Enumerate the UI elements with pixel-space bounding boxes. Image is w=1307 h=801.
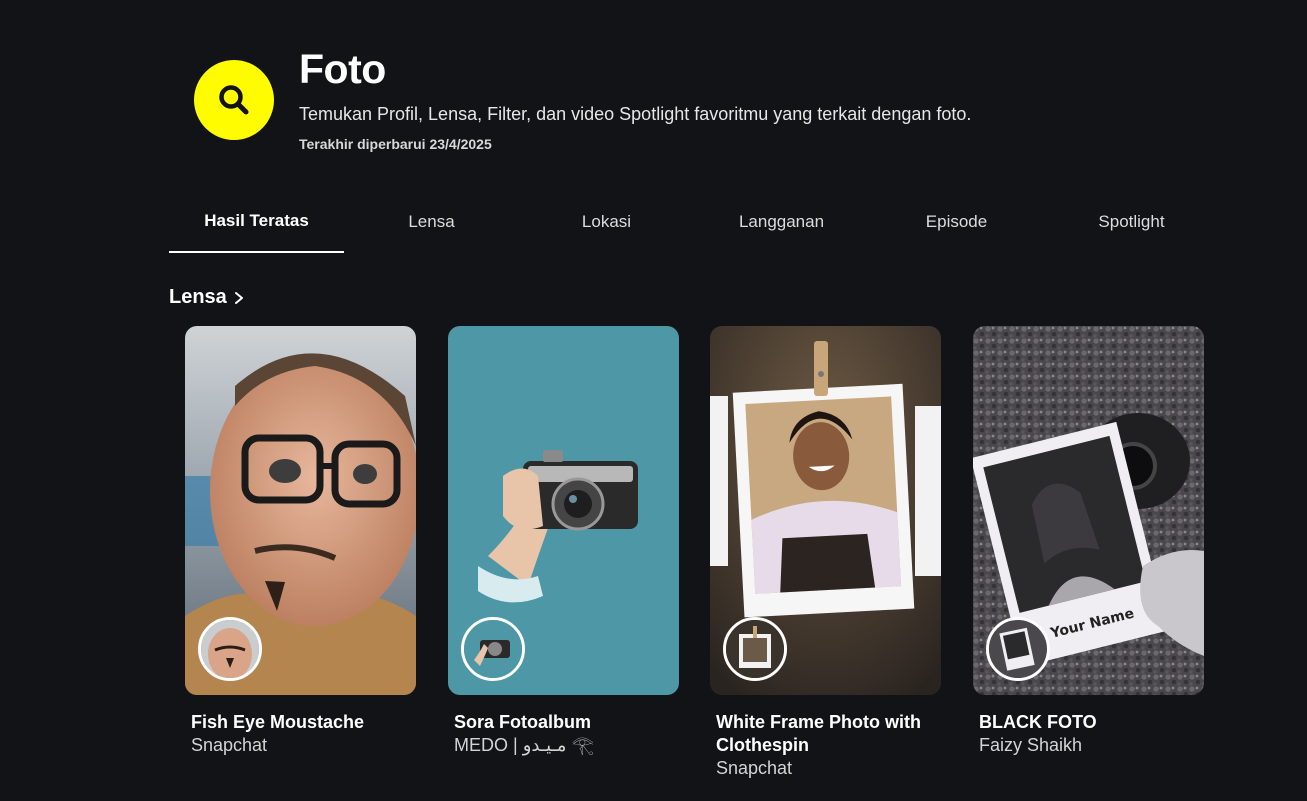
tab-lenses[interactable]: Lensa: [344, 190, 519, 253]
lens-title: BLACK FOTO: [979, 712, 1097, 732]
tab-episodes[interactable]: Episode: [869, 190, 1044, 253]
lens-avatar: [986, 617, 1050, 681]
lens-preview-image: [185, 326, 416, 695]
tab-locations[interactable]: Lokasi: [519, 190, 694, 253]
lens-title: Sora Fotoalbum: [454, 712, 592, 732]
lens-avatar: [723, 617, 787, 681]
lens-card[interactable]: White Frame Photo with Clothespin Snapch…: [710, 326, 941, 780]
page-subtitle: Temukan Profil, Lensa, Filter, dan video…: [299, 104, 972, 124]
lens-preview-image: [448, 326, 679, 695]
chevron-right-icon: [234, 291, 243, 304]
lens-card[interactable]: Your Name BLACK FOTO Faizy Shaikh: [973, 326, 1204, 757]
tab-top-results[interactable]: Hasil Teratas: [169, 190, 344, 253]
search-icon: [219, 85, 249, 115]
lens-preview-image: Your Name: [973, 326, 1204, 695]
lens-creator: Snapchat: [716, 758, 793, 778]
lens-title: White Frame Photo with Clothespin: [716, 712, 921, 755]
lens-avatar: [198, 617, 262, 681]
tab-spotlight[interactable]: Spotlight: [1044, 190, 1219, 253]
lens-preview-image: [710, 326, 941, 695]
lens-card[interactable]: Sora Fotoalbum MEDO | مـيـدو 𓂀: [448, 326, 679, 757]
lens-title: Fish Eye Moustache: [191, 712, 365, 732]
tab-subscriptions[interactable]: Langganan: [694, 190, 869, 253]
lens-card[interactable]: Fish Eye Moustache Snapchat: [185, 326, 416, 757]
lens-creator: Faizy Shaikh: [979, 735, 1083, 755]
lens-creator: Snapchat: [191, 735, 268, 755]
tab-bar: Hasil Teratas Lensa Lokasi Langganan Epi…: [169, 190, 1219, 253]
lens-creator: MEDO | مـيـدو 𓂀: [454, 735, 594, 755]
lens-avatar: [461, 617, 525, 681]
last-updated: Terakhir diperbarui 23/4/2025: [299, 136, 492, 152]
page-title: Foto: [299, 46, 386, 92]
section-title: Lensa: [169, 286, 227, 308]
search-badge: [194, 60, 274, 140]
lenses-section-link[interactable]: Lensa: [169, 286, 245, 309]
